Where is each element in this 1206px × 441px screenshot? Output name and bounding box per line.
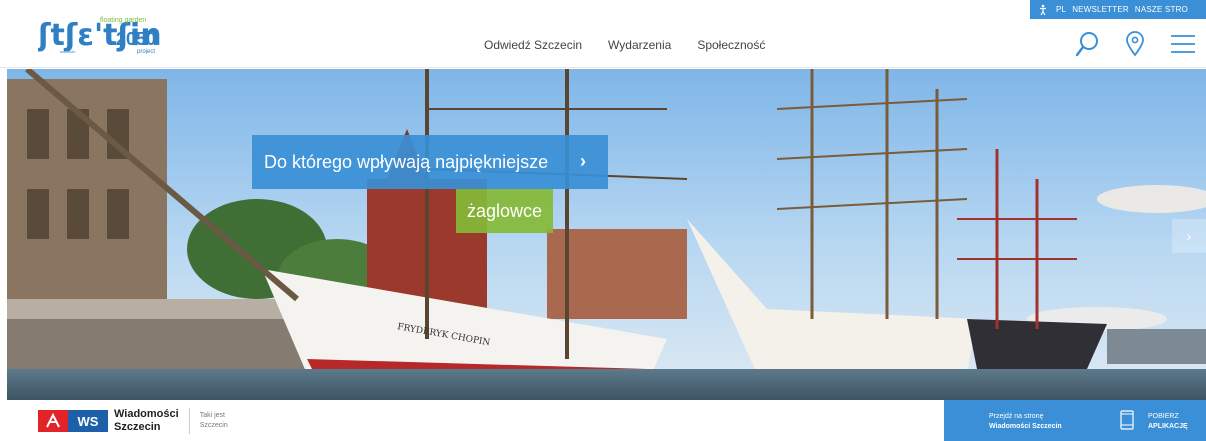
location-pin-icon[interactable] bbox=[1122, 30, 1148, 58]
ws-tagline-line1: Taki jest bbox=[199, 412, 225, 419]
app-line2: APLIKACJĘ bbox=[1148, 423, 1188, 430]
phone-icon bbox=[1120, 410, 1134, 430]
ws-title: Wiadomości Szczecin bbox=[114, 408, 179, 434]
hero-photo: FRYDERYK CHOPIN bbox=[7, 69, 1206, 400]
ws-title-line2: Szczecin bbox=[114, 421, 161, 433]
ws-abbr: WS bbox=[68, 410, 108, 432]
chevron-right-icon[interactable]: › bbox=[580, 151, 586, 172]
main-nav: Odwiedź Szczecin Wydarzenia Społeczność bbox=[484, 38, 765, 52]
divider bbox=[188, 408, 190, 434]
ws-logo[interactable]: WS Wiadomości Szczecin Taki jest Szczeci… bbox=[38, 408, 228, 434]
ws-title-line1: Wiadomości bbox=[114, 408, 179, 420]
site-header: ʃtʃɛ'tʃin floating garden 2050 project s… bbox=[0, 0, 1206, 68]
header-actions bbox=[1074, 30, 1196, 58]
nav-item-community[interactable]: Społeczność bbox=[697, 38, 765, 52]
slider-next-button[interactable]: › bbox=[1172, 219, 1206, 253]
site-logo[interactable]: ʃtʃɛ'tʃin floating garden 2050 project s… bbox=[37, 12, 168, 55]
svg-text:2050: 2050 bbox=[116, 29, 156, 49]
nav-item-visit[interactable]: Odwiedź Szczecin bbox=[484, 38, 582, 52]
hero-caption-line2[interactable]: żaglowce bbox=[456, 189, 553, 233]
hero-caption-text-1: Do którego wpływają najpiękniejsze bbox=[264, 151, 549, 172]
search-icon[interactable] bbox=[1074, 30, 1100, 58]
ws-promo-banner[interactable]: Przejdź na stronę Wiadomości Szczecin PO… bbox=[944, 400, 1206, 441]
ws-tagline: Taki jest Szczecin bbox=[200, 411, 228, 431]
app-line1: POBIERZ bbox=[1148, 413, 1179, 420]
ws-emblem-icon bbox=[38, 410, 68, 432]
promo-line2: Wiadomości Szczecin bbox=[989, 423, 1062, 430]
hero-caption-text-2: żaglowce bbox=[466, 200, 543, 221]
svg-text:szczecin: szczecin bbox=[60, 49, 75, 54]
hero-slider[interactable]: FRYDERYK CHOPIN Do którego wpływają najp… bbox=[7, 69, 1206, 400]
go-to-site-link[interactable]: Przejdź na stronę Wiadomości Szczecin bbox=[989, 412, 1062, 432]
ws-tagline-line2: Szczecin bbox=[199, 422, 228, 429]
download-app-link[interactable]: POBIERZ APLIKACJĘ bbox=[1148, 412, 1188, 432]
svg-text:project: project bbox=[137, 49, 155, 54]
promo-line1: Przejdź na stronę bbox=[989, 413, 1044, 420]
hero-caption-line1[interactable]: Do którego wpływają najpiękniejsze › bbox=[252, 135, 608, 189]
ws-badge: WS bbox=[38, 410, 108, 432]
nav-item-events[interactable]: Wydarzenia bbox=[608, 38, 671, 52]
logo-tagline: floating garden bbox=[100, 17, 146, 24]
menu-icon[interactable] bbox=[1170, 30, 1196, 58]
footer-strip: WS Wiadomości Szczecin Taki jest Szczeci… bbox=[0, 400, 1206, 441]
